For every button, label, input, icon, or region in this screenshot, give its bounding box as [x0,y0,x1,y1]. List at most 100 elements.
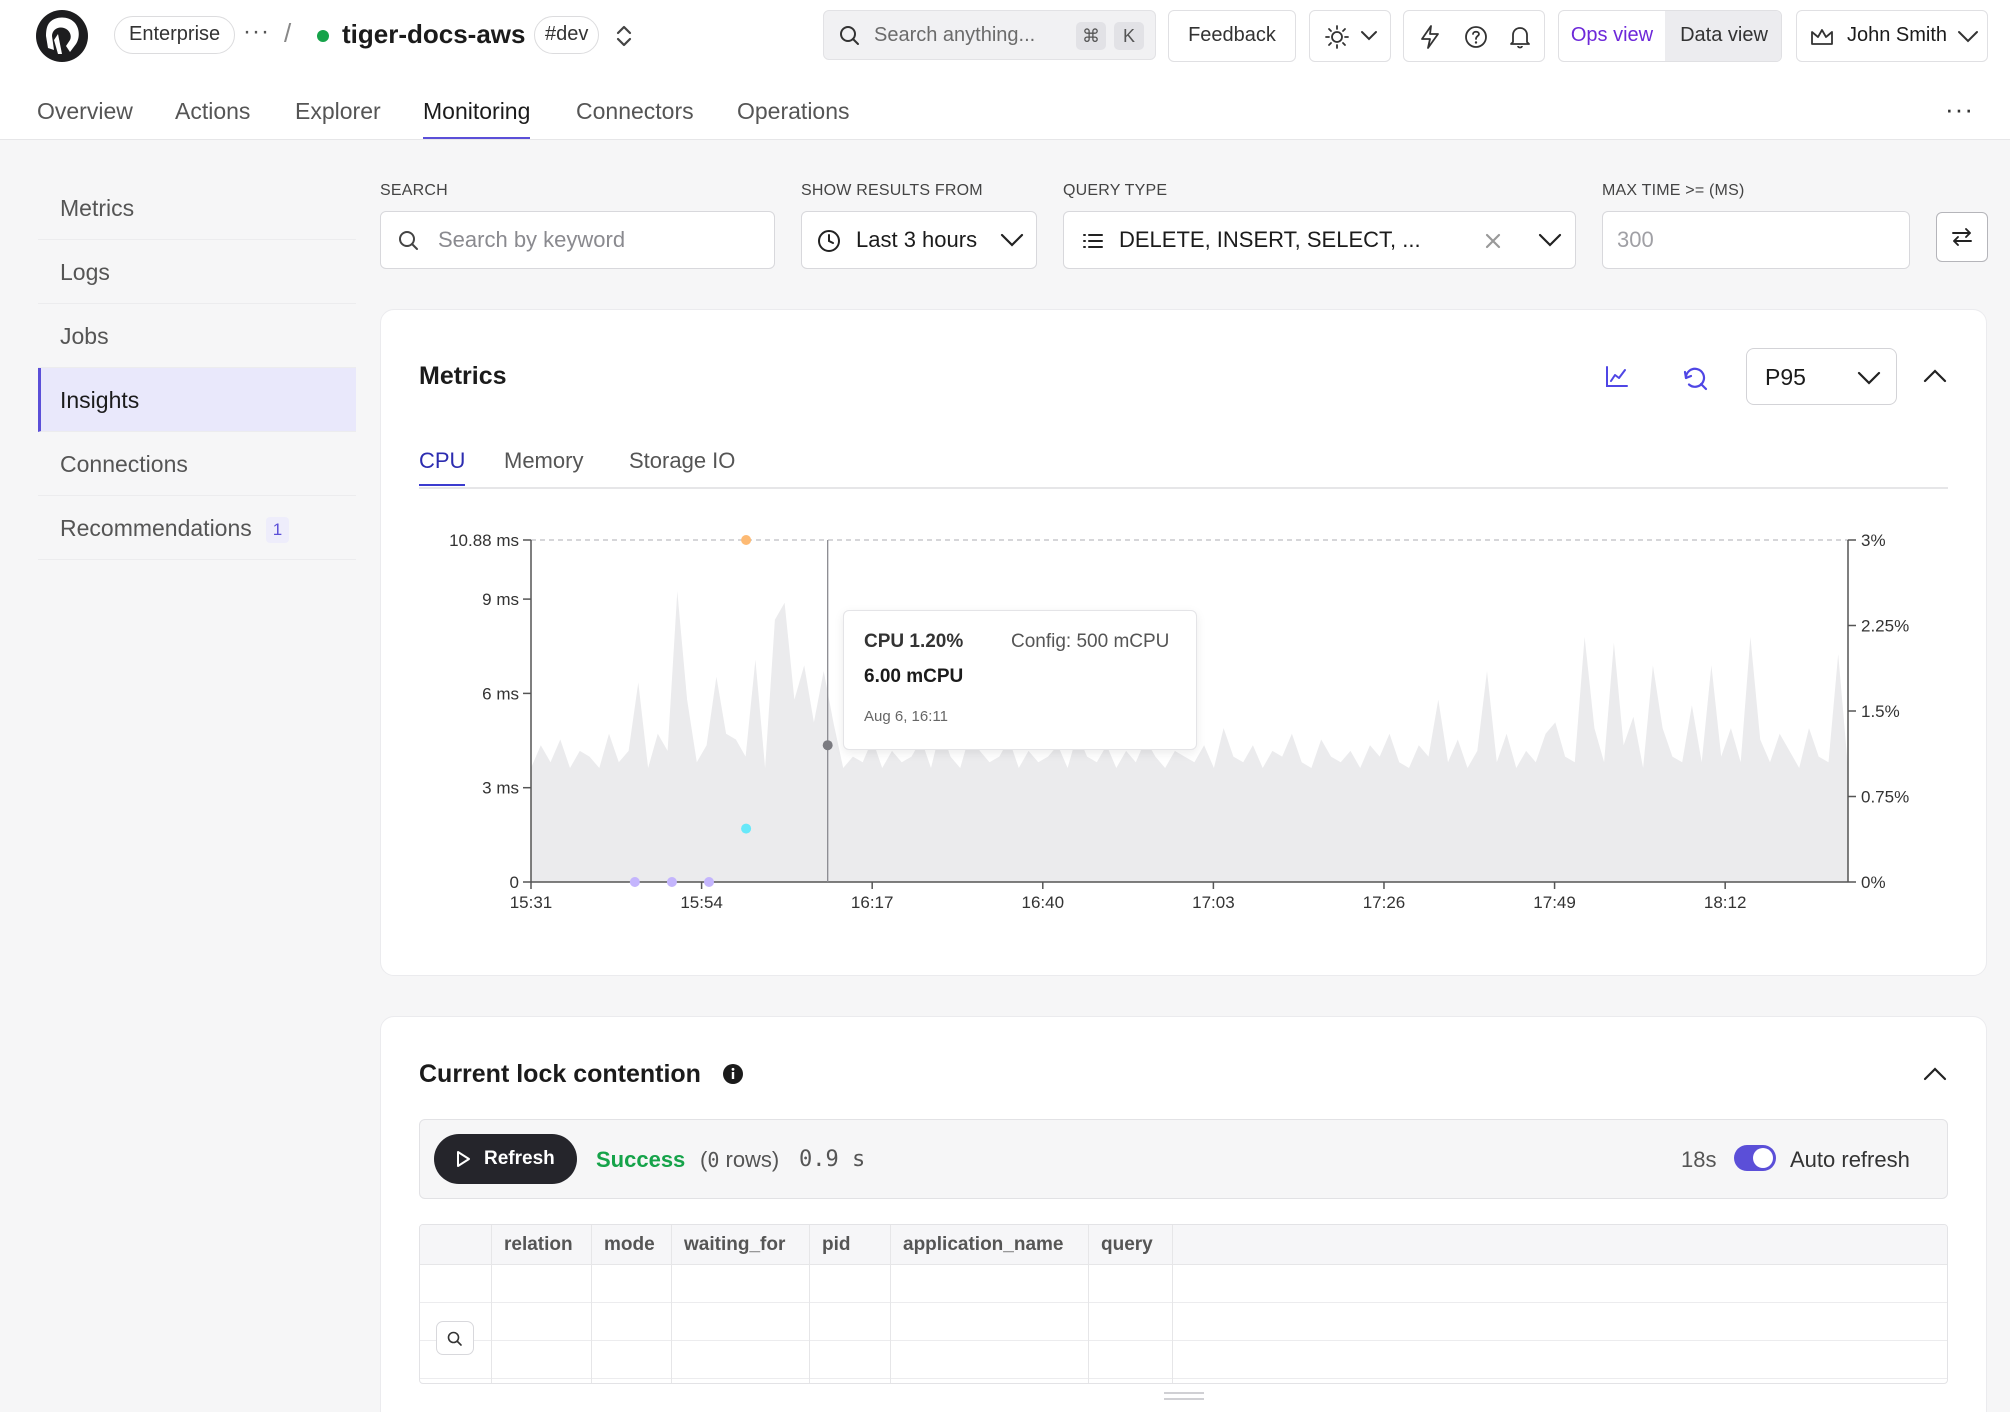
max-time-input[interactable]: 300 [1602,211,1910,269]
query-duration: 0.9 s [799,1147,866,1172]
x-tick-label: 16:17 [851,893,894,912]
refresh-interval: 18s [1681,1147,1717,1172]
y-left-tick-label: 6 ms [482,684,519,703]
event-marker [741,535,752,545]
y-left-tick-label: 0 [510,873,519,892]
column-header-pid[interactable]: pid [822,1234,851,1256]
x-tick-label: 17:03 [1192,893,1235,912]
data-view-tab[interactable]: Data view [1665,11,1781,61]
sidebar-item-insights[interactable]: Insights [38,368,356,432]
search-icon [840,26,859,45]
chart-tooltip: CPU 1.20% Config: 500 mCPU 6.00 mCPU Aug… [843,610,1197,750]
tab-overview[interactable]: Overview [37,98,133,137]
clock-icon [818,230,840,252]
tab-memory[interactable]: Memory [504,448,583,484]
sidebar-item-metrics[interactable]: Metrics [38,176,356,240]
chevron-down-icon [1958,31,1978,43]
swap-view-button[interactable] [1936,212,1988,262]
y-left-tick-label: 9 ms [482,590,519,609]
lightning-icon[interactable] [1418,24,1442,50]
tab-cpu[interactable]: CPU [419,448,466,486]
feedback-button[interactable]: Feedback [1168,10,1296,62]
search-label: SEARCH [380,182,448,199]
collapse-icon[interactable] [1922,1064,1948,1084]
chevron-down-icon [1538,233,1562,247]
tab-actions[interactable]: Actions [175,98,250,137]
ops-view-tab[interactable]: Ops view [1559,11,1665,61]
percentile-select[interactable]: P95 [1746,348,1897,405]
service-switcher-icon[interactable] [613,22,635,50]
more-projects-button[interactable]: ··· [243,18,270,46]
x-tick-label: 16:40 [1022,893,1065,912]
info-icon[interactable] [722,1063,744,1085]
hover-point [822,740,833,751]
main-nav: Overview Actions Explorer Monitoring Con… [0,70,2010,140]
query-type-select[interactable]: DELETE, INSERT, SELECT, ... [1063,211,1576,269]
grid-search-button[interactable] [436,1321,474,1355]
refresh-search-icon[interactable] [1681,364,1709,392]
search-icon [447,1331,462,1346]
max-time-label: MAX TIME >= (MS) [1602,182,1745,199]
crown-icon [1811,29,1833,45]
sidebar: Metrics Logs Jobs Insights Connections R… [38,176,356,560]
sun-icon [1325,25,1349,49]
theme-toggle-button[interactable] [1309,10,1391,62]
user-menu-button[interactable]: John Smith [1796,10,1988,62]
service-name[interactable]: tiger-docs-aws [342,19,526,50]
tab-storage-io[interactable]: Storage IO [629,448,735,484]
y-right-tick-label: 3% [1861,531,1886,550]
resize-handle[interactable] [1164,1398,1204,1400]
results-grid: relation mode waiting_for pid applicatio… [419,1224,1948,1384]
column-header-application-name[interactable]: application_name [903,1234,1064,1256]
global-search[interactable]: Search anything... ⌘ K [823,10,1156,60]
list-icon [1083,234,1103,248]
row-count-suffix: rows) [719,1147,780,1172]
column-header-mode[interactable]: mode [604,1234,655,1256]
y-right-tick-label: 0% [1861,873,1886,892]
auto-refresh-toggle[interactable] [1734,1145,1776,1171]
service-status-dot [317,30,329,42]
action-icons-group [1403,10,1545,62]
sidebar-item-recommendations[interactable]: Recommendations 1 [38,496,356,560]
clear-icon[interactable] [1484,232,1502,250]
y-right-tick-label: 0.75% [1861,788,1909,807]
chevron-down-icon [1361,31,1377,41]
time-range-select[interactable]: Last 3 hours [801,211,1037,269]
sidebar-item-connections[interactable]: Connections [38,432,356,496]
column-header-query[interactable]: query [1101,1234,1153,1256]
tab-operations[interactable]: Operations [737,98,850,137]
x-tick-label: 17:49 [1533,893,1576,912]
tab-monitoring[interactable]: Monitoring [423,98,531,139]
tooltip-cpu: CPU 1.20% [864,631,964,652]
refresh-label: Refresh [484,1148,555,1169]
tab-connectors[interactable]: Connectors [576,98,694,137]
more-options-button[interactable]: ··· [1945,94,1974,125]
shortcut-cmd-key: ⌘ [1076,22,1106,50]
lock-contention-title: Current lock contention [419,1060,701,1088]
metrics-title: Metrics [419,362,507,390]
sidebar-item-jobs[interactable]: Jobs [38,304,356,368]
search-icon [399,231,418,250]
play-icon [457,1151,470,1167]
column-header-relation[interactable]: relation [504,1234,573,1256]
breadcrumb-separator: / [284,18,292,48]
plan-badge[interactable]: Enterprise [114,16,236,54]
bell-icon[interactable] [1508,24,1532,50]
chevron-down-icon [1000,233,1024,247]
sidebar-item-logs[interactable]: Logs [38,240,356,304]
query-type-label: QUERY TYPE [1063,182,1168,199]
auto-refresh-label: Auto refresh [1790,1147,1910,1172]
column-header-waiting-for[interactable]: waiting_for [684,1234,785,1256]
line-chart-icon[interactable] [1604,364,1630,390]
collapse-icon[interactable] [1922,366,1948,386]
resize-handle[interactable] [1164,1392,1204,1394]
event-marker [629,877,640,887]
chevron-down-icon [1857,371,1881,385]
tab-explorer[interactable]: Explorer [295,98,381,137]
help-icon[interactable] [1463,24,1489,50]
refresh-button[interactable]: Refresh [434,1134,577,1184]
keyword-search-input[interactable]: Search by keyword [380,211,775,269]
y-left-tick-label: 10.88 ms [449,531,519,550]
query-type-value: DELETE, INSERT, SELECT, ... [1119,227,1421,252]
tiger-logo-icon[interactable] [36,10,88,62]
